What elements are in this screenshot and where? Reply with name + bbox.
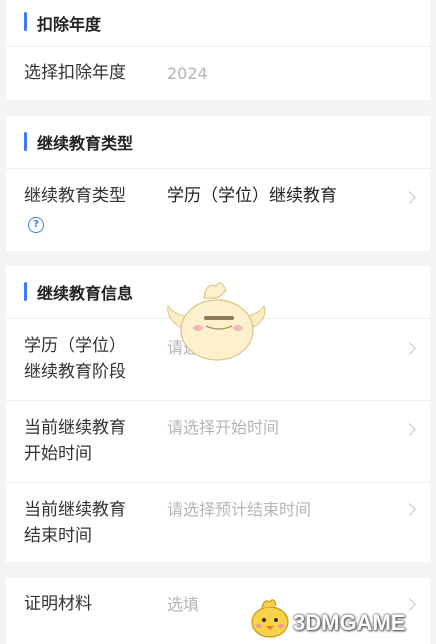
section-header-deduction-year: 扣除年度: [6, 0, 430, 47]
section-accent-bar: [24, 282, 27, 301]
watermark-text: 3DMGAME: [293, 610, 406, 635]
education-info-card: 继续教育信息 学历（学位） 继续教育阶段 请选择 当前继续教育 开始时间 请选择…: [6, 266, 430, 562]
chevron-right-icon: [403, 191, 416, 204]
education-type-label: 继续教育类型: [24, 186, 126, 206]
section-accent-bar: [24, 132, 27, 151]
section-accent-bar: [24, 12, 27, 31]
proof-materials-label: 证明材料: [24, 594, 92, 614]
chevron-right-icon: [403, 342, 416, 355]
end-time-row[interactable]: 当前继续教育 结束时间 请选择预计结束时间: [6, 483, 430, 564]
education-stage-label-line1: 学历（学位）: [24, 336, 126, 356]
end-time-placeholder[interactable]: 请选择预计结束时间: [167, 497, 311, 523]
year-select-row[interactable]: 选择扣除年度 2024: [6, 47, 430, 100]
end-time-label-line2: 结束时间: [24, 526, 92, 546]
education-stage-placeholder[interactable]: 请选择: [167, 335, 215, 361]
start-time-label-line1: 当前继续教育: [24, 418, 126, 438]
chevron-right-icon: [403, 503, 416, 516]
section-header-education-type: 继续教育类型: [6, 116, 430, 169]
proof-materials-placeholder[interactable]: 选填: [167, 592, 199, 618]
education-stage-label-line2: 继续教育阶段: [24, 362, 126, 382]
chevron-right-icon: [403, 423, 416, 436]
start-time-label-line2: 开始时间: [24, 444, 92, 464]
start-time-row[interactable]: 当前继续教育 开始时间 请选择开始时间: [6, 401, 430, 483]
year-label: 选择扣除年度: [24, 63, 126, 83]
chevron-right-icon: [403, 598, 416, 611]
help-circle-icon[interactable]: ?: [28, 217, 44, 233]
end-time-label: 当前继续教育 结束时间: [24, 497, 126, 549]
education-stage-label: 学历（学位） 继续教育阶段: [24, 333, 126, 385]
education-type-row[interactable]: 继续教育类型 ? 学历（学位）继续教育: [6, 169, 430, 251]
deduction-year-card: 扣除年度 选择扣除年度 2024: [6, 0, 430, 100]
education-type-card: 继续教育类型 继续教育类型 ? 学历（学位）继续教育: [6, 116, 430, 251]
education-stage-row[interactable]: 学历（学位） 继续教育阶段 请选择: [6, 319, 430, 401]
year-value[interactable]: 2024: [167, 61, 208, 87]
section-header-education-info: 继续教育信息: [6, 266, 430, 319]
section-title: 继续教育类型: [37, 134, 134, 153]
education-type-value[interactable]: 学历（学位）继续教育: [167, 183, 337, 209]
start-time-placeholder[interactable]: 请选择开始时间: [167, 415, 279, 441]
section-title: 继续教育信息: [37, 284, 134, 303]
start-time-label: 当前继续教育 开始时间: [24, 415, 126, 467]
section-title: 扣除年度: [37, 15, 102, 34]
end-time-label-line1: 当前继续教育: [24, 500, 126, 520]
